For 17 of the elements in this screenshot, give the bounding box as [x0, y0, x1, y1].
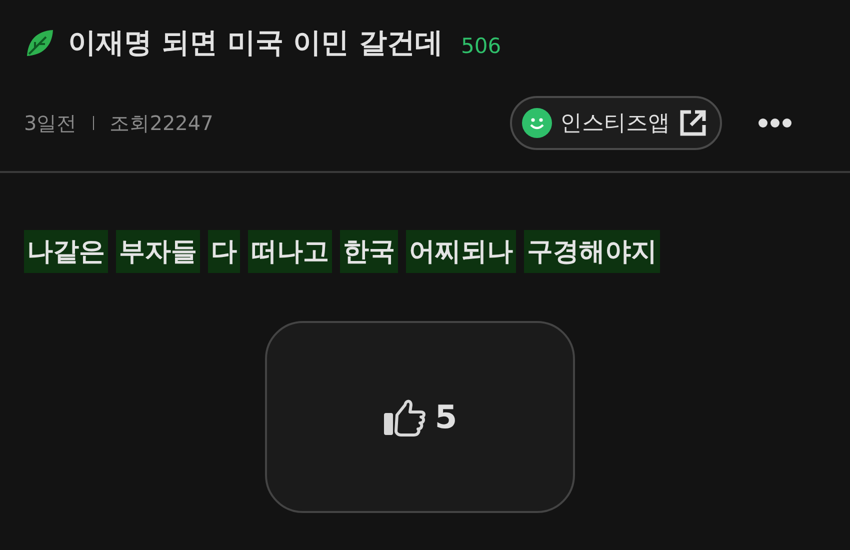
view-count: 조회22247	[110, 110, 214, 136]
body-word: 떠나고	[248, 230, 332, 273]
like-button[interactable]: 5	[265, 321, 575, 513]
comment-count: 506	[461, 34, 502, 58]
body-word: 한국	[340, 230, 398, 273]
body-word: 어찌되나	[406, 230, 516, 273]
smiley-icon	[522, 108, 552, 138]
body-word: 구경해야지	[524, 230, 660, 273]
body-word: 나같은	[24, 230, 108, 273]
thumbs-up-icon	[382, 397, 427, 437]
leaf-icon	[24, 27, 56, 59]
post-time: 3일전	[24, 110, 77, 136]
body-word: 다	[208, 230, 240, 273]
post-title: 이재명 되면 미국 이민 갈건데	[68, 25, 443, 61]
body-word: 부자들	[116, 230, 200, 273]
external-link-icon	[678, 108, 708, 138]
app-button[interactable]: 인스티즈앱	[510, 96, 722, 150]
